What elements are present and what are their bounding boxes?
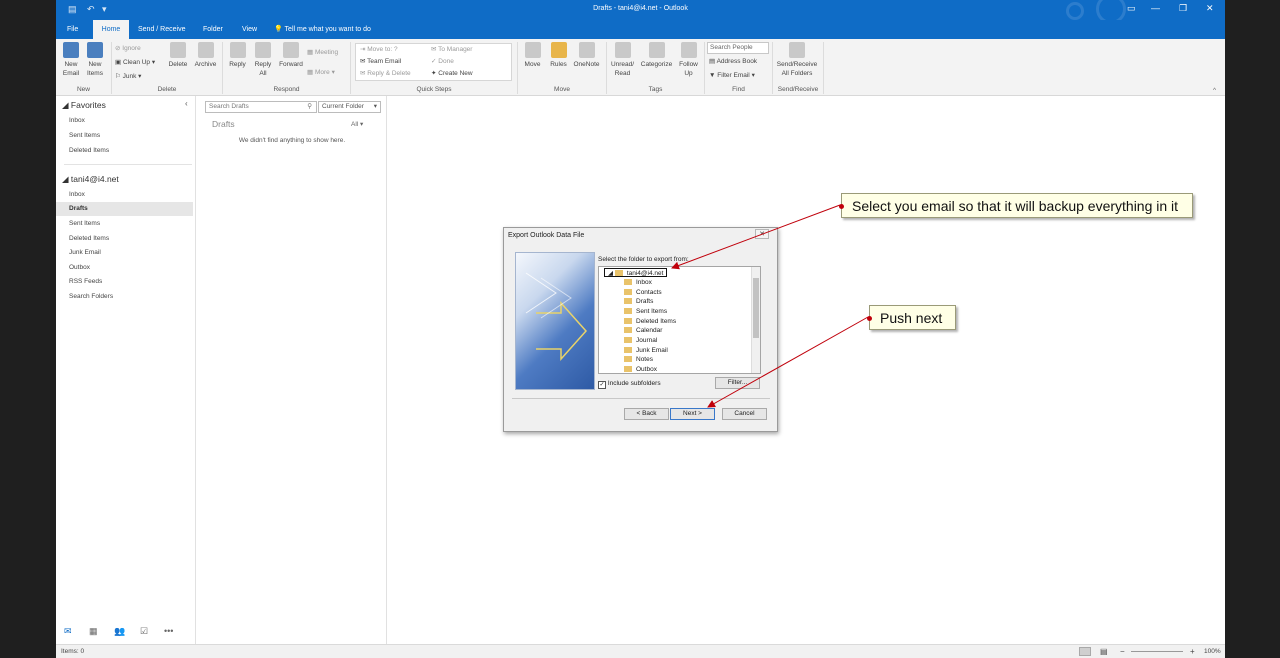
arrow-to-account: [671, 204, 841, 270]
callout-dot: [839, 204, 844, 209]
annotation-arrows: [671, 204, 869, 408]
callout-select-text: Select you email so that it will backup …: [852, 198, 1179, 214]
callout-select-email: Select you email so that it will backup …: [839, 193, 1193, 218]
callout-next-text: Push next: [880, 310, 943, 326]
callout-dot: [867, 316, 872, 321]
callout-push-next: Push next: [867, 305, 956, 330]
arrow-to-next: [707, 316, 869, 408]
